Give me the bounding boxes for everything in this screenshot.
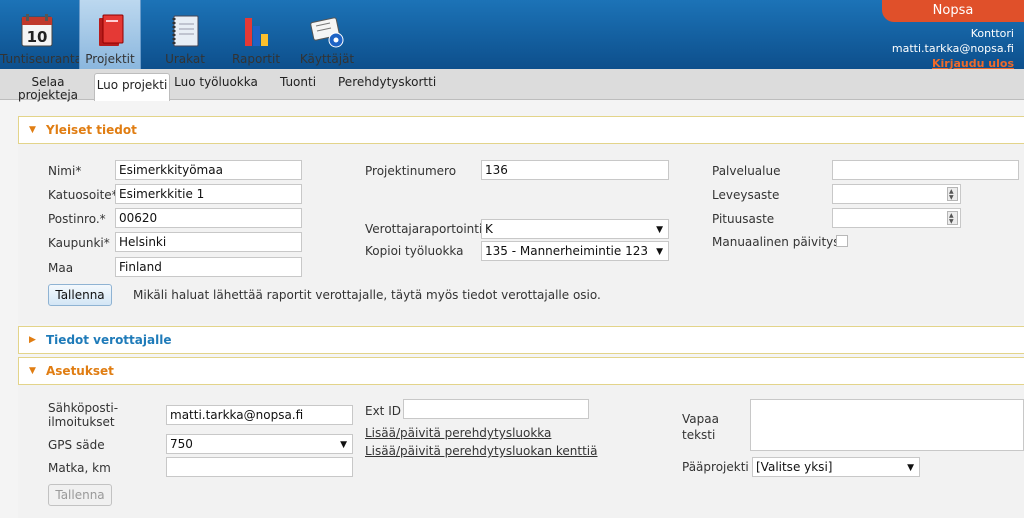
city-label: Kaupunki* xyxy=(48,236,110,250)
email-notify-input[interactable]: matti.tarkka@nopsa.fi xyxy=(166,405,353,425)
service-label: Palvelualue xyxy=(712,164,781,178)
sub-tabs: Selaa projekteja Luo projekti Luo työluo… xyxy=(0,69,1024,102)
mainproject-value: [Valitse yksi] xyxy=(756,460,833,474)
email-notify-label: Sähköposti- xyxy=(48,401,119,415)
bar-chart-icon xyxy=(245,18,268,46)
user-email: matti.tarkka@nopsa.fi xyxy=(891,42,1014,55)
dropdown-arrow-icon: ▼ xyxy=(907,463,914,473)
user-box: Konttori matti.tarkka@nopsa.fi Kirjaudu … xyxy=(892,26,1014,71)
dropdown-arrow-icon: ▼ xyxy=(656,247,663,257)
collapse-triangle-icon: ▼ xyxy=(29,366,36,376)
taxreport-select[interactable]: K ▼ xyxy=(481,219,669,239)
gps-label: GPS säde xyxy=(48,438,105,452)
latitude-label: Leveysaste xyxy=(712,188,780,202)
update-orientation-class-link[interactable]: Lisää/päivitä perehdytysluokka xyxy=(365,426,551,440)
tab-label-line: projekteja xyxy=(17,88,79,102)
extid-label: Ext ID xyxy=(365,404,401,418)
nav-label: Käyttäjät xyxy=(299,52,355,66)
freetext-label: teksti xyxy=(682,428,716,442)
street-input[interactable]: Esimerkkitie 1 xyxy=(115,184,302,204)
gps-select[interactable]: 750 ▼ xyxy=(166,434,353,454)
office-name: Konttori xyxy=(970,27,1014,40)
main-content: ▼ Yleiset tiedot Nimi* Esimerkkityömaa K… xyxy=(18,116,1024,518)
section-body-settings: Sähköposti- ilmoitukset matti.tarkka@nop… xyxy=(18,385,1024,518)
tab-luo-tyoluokka[interactable]: Luo työluokka xyxy=(174,73,258,100)
spinner-icon[interactable]: ▲ ▼ xyxy=(947,187,958,201)
dropdown-arrow-icon: ▼ xyxy=(656,225,663,235)
update-orientation-fields-link[interactable]: Lisää/päivitä perehdytysluokan kenttiä xyxy=(365,444,597,458)
svg-text:10: 10 xyxy=(27,28,48,46)
notebook-icon xyxy=(172,15,199,47)
section-body-general: Nimi* Esimerkkityömaa Katuosoite* Esimer… xyxy=(18,144,1024,324)
section-header-settings[interactable]: ▼ Asetukset xyxy=(18,357,1024,385)
tax-note: Mikäli haluat lähettää raportit verottaj… xyxy=(133,288,601,302)
mainproject-select[interactable]: [Valitse yksi] ▼ xyxy=(752,457,920,477)
tab-tuonti[interactable]: Tuonti xyxy=(276,73,320,100)
top-navigation-bar: 10 Tuntiseuranta Projektit Urakat Raport… xyxy=(0,0,1024,71)
nav-label: Raportit xyxy=(231,52,281,66)
trip-input[interactable] xyxy=(166,457,353,477)
tab-luo-projekti[interactable]: Luo projekti xyxy=(94,73,170,101)
freetext-textarea[interactable] xyxy=(750,399,1024,451)
dropdown-arrow-icon: ▼ xyxy=(340,440,347,450)
section-header-tax[interactable]: ▶ Tiedot verottajalle xyxy=(18,326,1024,354)
email-notify-label: ilmoitukset xyxy=(48,415,115,429)
save-settings-button[interactable]: Tallenna xyxy=(48,484,112,506)
projnum-label: Projektinumero xyxy=(365,164,457,178)
nav-label: Tuntiseuranta xyxy=(0,52,82,66)
section-title: Yleiset tiedot xyxy=(46,123,137,137)
service-input[interactable] xyxy=(832,160,1019,180)
collapse-triangle-icon: ▼ xyxy=(29,125,36,135)
country-label: Maa xyxy=(48,261,74,275)
copyclass-value: 135 - Mannerheimintie 123 xyxy=(485,244,648,258)
gps-value: 750 xyxy=(170,437,193,451)
section-header-general[interactable]: ▼ Yleiset tiedot xyxy=(18,116,1024,144)
name-label: Nimi* xyxy=(48,164,82,178)
manual-update-checkbox[interactable] xyxy=(836,235,848,247)
street-label: Katuosoite* xyxy=(48,188,118,202)
freetext-label: Vapaa xyxy=(682,412,719,426)
zip-label: Postinro.* xyxy=(48,212,106,226)
tab-selaa-projekteja[interactable]: Selaa projekteja xyxy=(10,73,86,102)
save-general-button[interactable]: Tallenna xyxy=(48,284,112,306)
latitude-input[interactable]: ▲ ▼ xyxy=(832,184,961,204)
calendar-icon: 10 xyxy=(21,14,53,47)
tab-perehdytyskortti[interactable]: Perehdytyskortti xyxy=(338,73,436,100)
trip-label: Matka, km xyxy=(48,461,111,475)
manual-update-label: Manuaalinen päivitys xyxy=(712,235,840,249)
nav-label: Urakat xyxy=(165,52,205,66)
nav-projektit[interactable]: Projektit xyxy=(79,0,141,69)
projnum-input[interactable]: 136 xyxy=(481,160,669,180)
spinner-icon[interactable]: ▲ ▼ xyxy=(947,211,958,225)
extid-input[interactable] xyxy=(403,399,589,419)
taxreport-label: Verottajaraportointi xyxy=(365,222,483,236)
expand-triangle-icon: ▶ xyxy=(29,335,36,345)
nav-raportit[interactable]: Raportit xyxy=(228,0,284,69)
zip-input[interactable]: 00620 xyxy=(115,208,302,228)
taxreport-value: K xyxy=(485,222,493,236)
section-title: Tiedot verottajalle xyxy=(46,333,172,347)
user-settings-icon xyxy=(310,17,344,48)
city-input[interactable]: Helsinki xyxy=(115,232,302,252)
nav-urakat[interactable]: Urakat xyxy=(158,0,212,69)
country-input[interactable]: Finland xyxy=(115,257,302,277)
brand-tab: Nopsa xyxy=(882,0,1024,22)
nav-label: Projektit xyxy=(85,52,135,66)
nav-tuntiseuranta[interactable]: 10 Tuntiseuranta xyxy=(0,0,82,69)
longitude-label: Pituusaste xyxy=(712,212,775,226)
nav-kayttajat[interactable]: Käyttäjät xyxy=(298,0,356,69)
section-title: Asetukset xyxy=(46,364,114,378)
name-input[interactable]: Esimerkkityömaa xyxy=(115,160,302,180)
longitude-input[interactable]: ▲ ▼ xyxy=(832,208,961,228)
copyclass-label: Kopioi työluokka xyxy=(365,244,464,258)
folders-icon xyxy=(99,14,124,46)
mainproject-label: Pääprojekti xyxy=(682,460,749,474)
copyclass-select[interactable]: 135 - Mannerheimintie 123 ▼ xyxy=(481,241,669,261)
